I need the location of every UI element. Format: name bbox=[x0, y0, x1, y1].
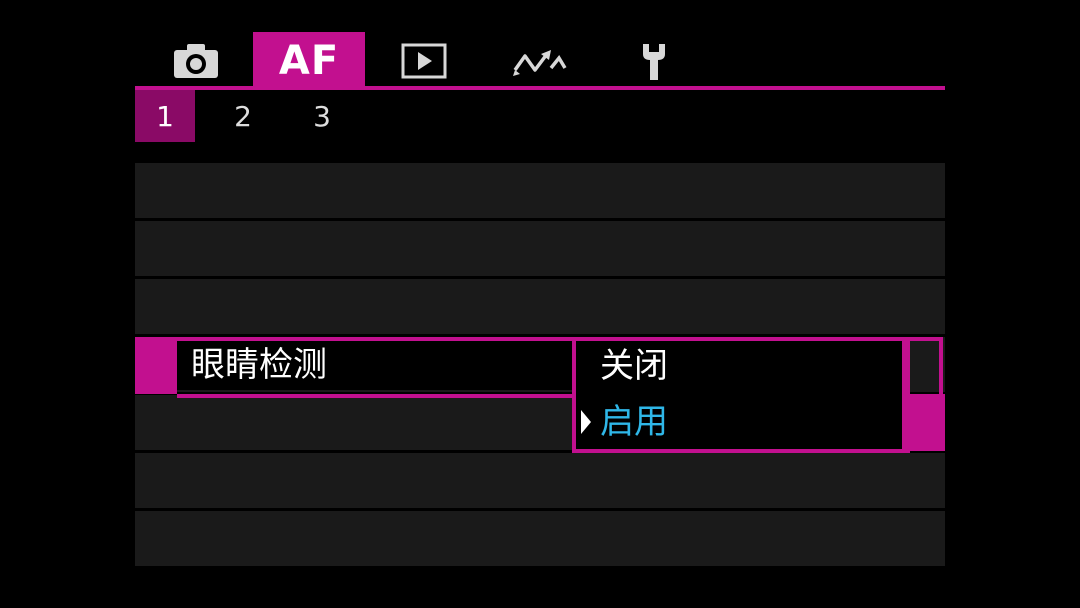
camera-icon bbox=[174, 44, 218, 78]
wrench-icon bbox=[643, 44, 665, 80]
tab-setup[interactable] bbox=[598, 32, 710, 90]
eye-detection-label[interactable]: 眼睛检测 bbox=[191, 341, 327, 390]
wireless-icon bbox=[513, 50, 567, 76]
page-1[interactable]: 1 bbox=[135, 90, 195, 142]
page-3[interactable]: 3 bbox=[292, 90, 352, 142]
options-scroll-marker bbox=[902, 394, 945, 451]
tab-shooting[interactable] bbox=[140, 32, 252, 90]
frame-right-edge bbox=[902, 337, 906, 394]
option-cursor-icon bbox=[581, 410, 591, 434]
page-3-label: 3 bbox=[313, 99, 331, 133]
menu-row-7[interactable] bbox=[135, 511, 945, 566]
tab-playback[interactable] bbox=[368, 32, 480, 90]
option-enable[interactable]: 启用 bbox=[600, 396, 668, 448]
option-off[interactable]: 关闭 bbox=[600, 340, 668, 392]
page-1-label: 1 bbox=[156, 99, 174, 133]
menu-row-1[interactable] bbox=[135, 163, 945, 218]
tab-af-label: AF bbox=[278, 38, 340, 84]
menu-tab-bar: AF bbox=[135, 32, 945, 90]
tab-af[interactable]: AF bbox=[253, 32, 365, 90]
menu-row-3[interactable] bbox=[135, 279, 945, 334]
menu-row-6[interactable] bbox=[135, 453, 945, 508]
page-2-label: 2 bbox=[234, 99, 252, 133]
tab-wireless[interactable] bbox=[483, 32, 595, 90]
playback-icon bbox=[401, 43, 447, 79]
page-selector: 1 2 3 bbox=[135, 90, 945, 142]
selection-marker bbox=[135, 337, 177, 394]
camera-menu: AF 1 2 3 眼睛检测 关闭 启用 bbox=[135, 0, 945, 570]
page-2[interactable]: 2 bbox=[213, 90, 273, 142]
menu-row-2[interactable] bbox=[135, 221, 945, 276]
